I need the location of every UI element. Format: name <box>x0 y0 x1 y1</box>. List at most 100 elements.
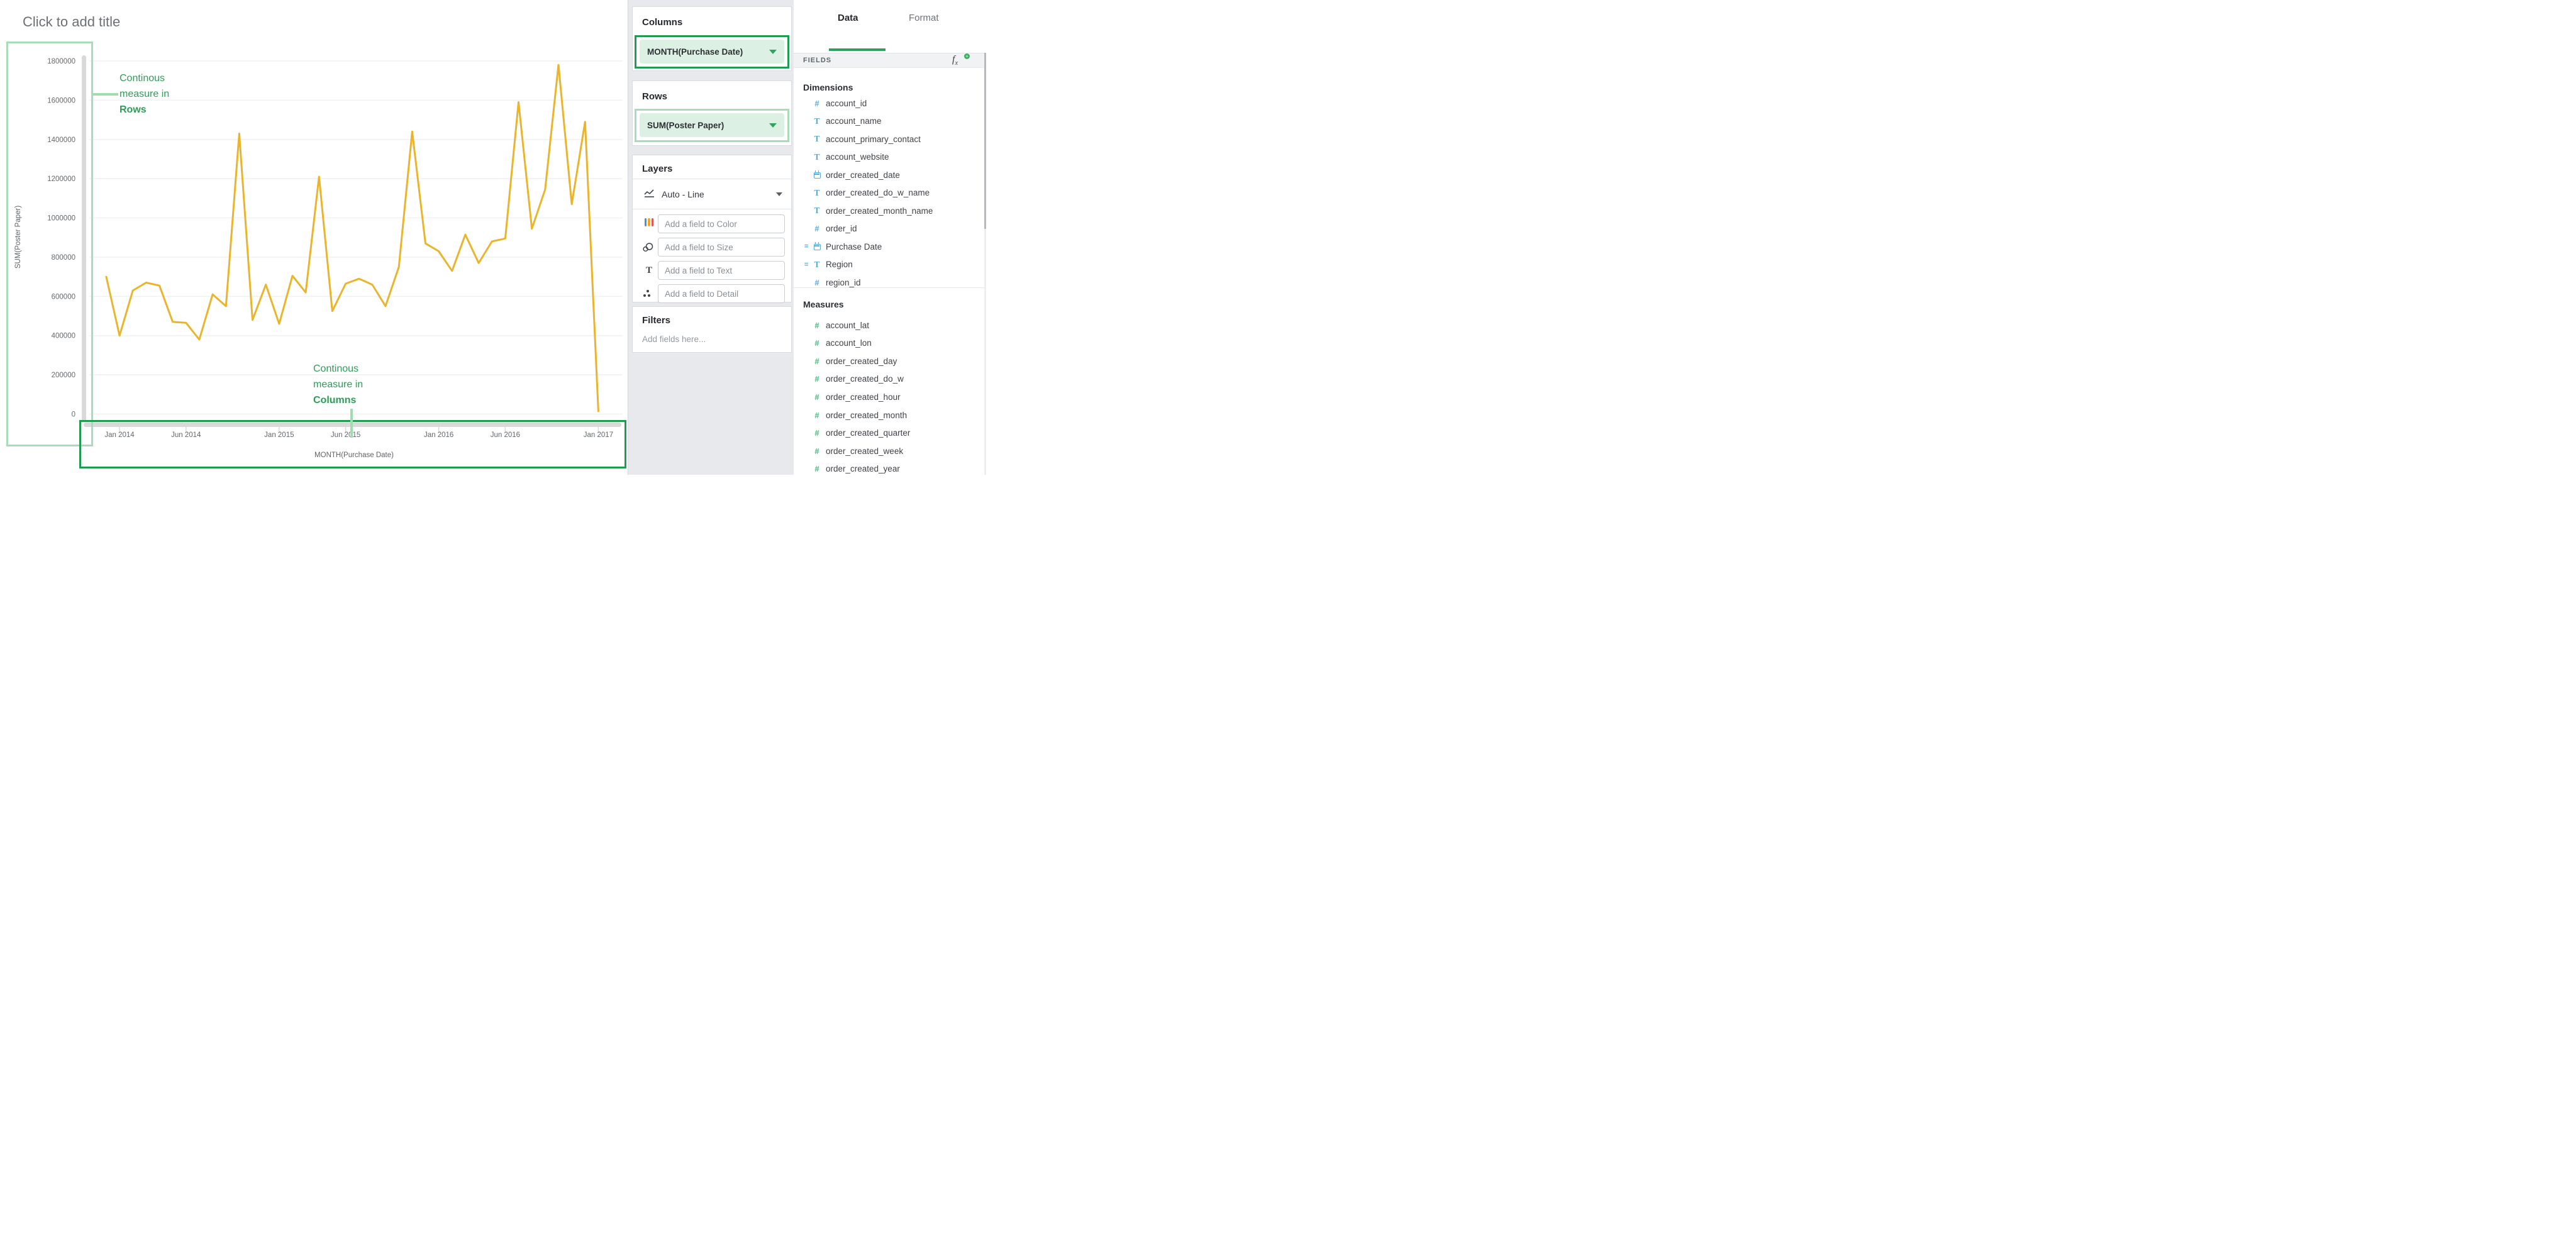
text-icon: T <box>813 152 821 162</box>
field-item-account_primary_contact[interactable]: Taccount_primary_contact <box>794 133 986 145</box>
field-name: order_created_day <box>826 357 897 366</box>
rows-annotation-connector <box>93 93 118 96</box>
field-item-order_created_do_w[interactable]: # order_created_do_w <box>794 373 986 385</box>
number-icon: # <box>813 374 821 384</box>
x-axis-tick-label: Jun 2015 <box>331 431 360 439</box>
field-item-account_lat[interactable]: #account_lat <box>794 319 986 331</box>
equals-icon: = <box>804 261 808 268</box>
add-calculated-field-button[interactable]: fx + <box>952 54 969 68</box>
number-icon: # <box>813 99 821 108</box>
number-icon: # <box>813 392 821 402</box>
columns-field-pill[interactable]: MONTH(Purchase Date) <box>640 40 784 64</box>
y-axis-tick-label: 400000 <box>52 333 75 340</box>
filters-shelf: Filters Add fields here... <box>632 306 792 353</box>
rows-pill-highlight-box: SUM(Poster Paper) <box>635 109 789 142</box>
field-item-order_created_week[interactable]: #order_created_week <box>794 445 986 457</box>
field-item-account_website[interactable]: Taccount_website <box>794 151 986 163</box>
chevron-down-icon[interactable] <box>769 50 777 54</box>
field-name: account_website <box>826 152 889 162</box>
rows-shelf: Rows SUM(Poster Paper) <box>632 80 792 146</box>
field-item-account_lon[interactable]: #account_lon <box>794 337 986 350</box>
field-item-order_created_quarter[interactable]: #order_created_quarter <box>794 427 986 440</box>
field-item-order_created_do_w_name[interactable]: Torder_created_do_w_name <box>794 187 986 199</box>
chevron-down-icon[interactable] <box>776 192 782 196</box>
columns-shelf-header: Columns <box>633 7 791 28</box>
y-axis-tick-label: 0 <box>72 411 75 419</box>
well-row-text: T <box>633 261 791 280</box>
text-icon: T <box>813 134 821 144</box>
field-item-order_id[interactable]: #order_id <box>794 223 986 235</box>
divider <box>794 287 986 288</box>
size-circles-icon <box>643 243 655 252</box>
x-axis-tick-label: Jan 2015 <box>264 431 294 439</box>
scrollbar-thumb[interactable] <box>984 53 986 229</box>
field-name: order_created_year <box>826 464 900 473</box>
field-name: order_created_do_w_name <box>826 188 930 197</box>
filters-header: Filters <box>633 307 791 326</box>
add-a-field-to-detail-input[interactable] <box>658 284 785 303</box>
field-name: order_created_date <box>826 170 900 180</box>
y-axis-tick-label: 1400000 <box>47 136 75 144</box>
fx-icon: fx <box>952 54 958 65</box>
field-item-Purchase Date[interactable]: = Purchase Date <box>794 240 986 253</box>
text-icon: T <box>813 206 821 216</box>
tab-data[interactable]: Data <box>838 13 858 23</box>
equals-icon: = <box>804 243 808 250</box>
field-name: Purchase Date <box>826 242 882 252</box>
app-root: Click to add title 020000040000060000080… <box>0 0 986 475</box>
layers-header: Layers <box>633 155 791 174</box>
x-axis-tick-label: Jan 2017 <box>584 431 613 439</box>
chart-canvas[interactable]: Click to add title 020000040000060000080… <box>0 0 628 475</box>
y-axis-tick-label: 200000 <box>52 372 75 379</box>
rows-field-pill[interactable]: SUM(Poster Paper) <box>640 113 784 137</box>
detail-dots-icon <box>643 289 655 298</box>
y-axis-title: SUM(Poster Paper) <box>14 206 22 269</box>
field-name: region_id <box>826 278 861 287</box>
field-item-order_created_hour[interactable]: # order_created_hour <box>794 390 986 403</box>
number-icon: # <box>813 446 821 456</box>
tab-format[interactable]: Format <box>909 13 939 23</box>
y-axis-tick-label: 800000 <box>52 254 75 262</box>
field-name: account_primary_contact <box>826 135 921 144</box>
number-icon: # <box>813 224 821 233</box>
x-axis-tick-label: Jun 2016 <box>491 431 520 439</box>
number-icon: # <box>813 428 821 438</box>
chart-type-label: Auto - Line <box>662 189 776 199</box>
field-name: order_created_hour <box>826 392 901 402</box>
well-row-size <box>633 238 791 257</box>
well-row-detail <box>633 284 791 303</box>
field-name: order_created_do_w <box>826 374 904 384</box>
field-item-order_created_date[interactable]: order_created_date <box>794 169 986 181</box>
field-name: Region <box>826 260 853 269</box>
field-item-account_name[interactable]: Taccount_name <box>794 115 986 128</box>
chevron-down-icon[interactable] <box>769 123 777 128</box>
add-a-field-to-color-input[interactable] <box>658 214 785 233</box>
color-bars-icon <box>643 218 655 230</box>
field-item-order_created_month[interactable]: #order_created_month <box>794 409 986 421</box>
fields-scrollbar[interactable] <box>984 53 986 475</box>
y-axis-tick-label: 1200000 <box>47 175 75 183</box>
chart-type-dropdown[interactable]: Auto - Line <box>633 179 791 209</box>
x-axis-tick-label: Jan 2014 <box>104 431 135 439</box>
number-icon: # <box>813 357 821 366</box>
text-icon: T <box>813 116 821 126</box>
x-axis-tick-label: Jan 2016 <box>424 431 453 439</box>
measure-line-series[interactable] <box>106 65 599 411</box>
rows-pill-label: SUM(Poster Paper) <box>647 121 769 130</box>
field-item-account_id[interactable]: # account_id <box>794 97 986 109</box>
y-axis-bar[interactable] <box>82 55 86 422</box>
line-chart-icon <box>644 189 655 199</box>
y-axis-tick-label: 600000 <box>52 293 75 301</box>
plus-badge-icon: + <box>964 53 970 59</box>
number-icon: # <box>813 411 821 420</box>
filters-drop-hint[interactable]: Add fields here... <box>642 335 706 344</box>
y-axis-tick-label: 1000000 <box>47 215 75 223</box>
shelves-panel: Columns MONTH(Purchase Date) Rows SUM(Po… <box>628 0 794 475</box>
field-item-order_created_year[interactable]: #order_created_year <box>794 463 986 475</box>
field-name: account_id <box>826 99 867 108</box>
add-a-field-to-size-input[interactable] <box>658 238 785 257</box>
field-item-order_created_month_name[interactable]: Torder_created_month_name <box>794 204 986 217</box>
field-item-Region[interactable]: =TRegion <box>794 258 986 271</box>
field-item-order_created_day[interactable]: # order_created_day <box>794 355 986 367</box>
add-a-field-to-text-input[interactable] <box>658 261 785 280</box>
